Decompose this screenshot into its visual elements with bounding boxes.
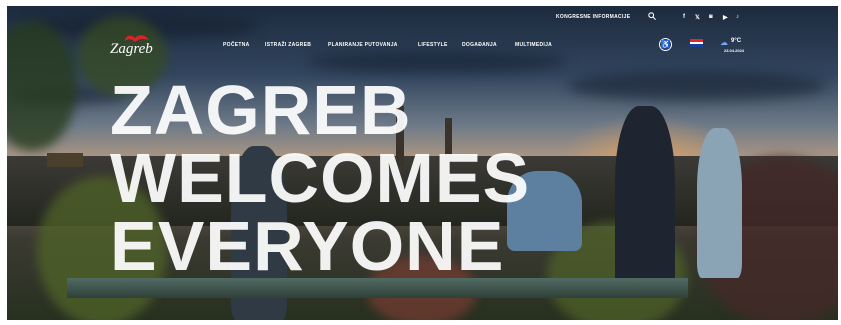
instagram-icon[interactable]: ◙ [709, 14, 713, 20]
hero-frame: KONGRESNE INFORMACIJE f 𝕏 ◙ ▶ ♪ Zagreb P… [7, 6, 838, 320]
nav-item-lifestyle[interactable]: LIFESTYLE [418, 42, 448, 48]
nav-item-dogadanja[interactable]: DOGAĐANJA [462, 42, 497, 48]
sky-cloud [567, 71, 827, 101]
hero-headline: ZAGREB WELCOMES EVERYONE [110, 71, 531, 285]
x-twitter-icon[interactable]: 𝕏 [695, 14, 700, 21]
nav-item-istrazi-zagreb[interactable]: ISTRAŽI ZAGREB [265, 42, 311, 48]
weather-icon: ☁ [720, 38, 728, 47]
nav-item-multimedija[interactable]: MULTIMEDIJA [515, 42, 552, 48]
person [615, 106, 675, 296]
zagreb-logo[interactable]: Zagreb [110, 41, 153, 58]
accessibility-icon[interactable]: ♿ [659, 38, 672, 51]
youtube-icon[interactable]: ▶ [723, 14, 728, 21]
building [47, 153, 83, 167]
search-icon[interactable] [648, 12, 656, 20]
headline-line: ZAGREB [110, 71, 412, 149]
headline-line: WELCOMES [110, 139, 531, 217]
facebook-icon[interactable]: f [683, 14, 685, 20]
nav-item-planiranje-putovanja[interactable]: PLANIRANJE PUTOVANJA [328, 42, 398, 48]
person [697, 128, 742, 278]
top-bar: KONGRESNE INFORMACIJE f 𝕏 ◙ ▶ ♪ [7, 6, 838, 30]
croatia-flag-icon[interactable] [690, 39, 703, 47]
tiktok-icon[interactable]: ♪ [736, 14, 739, 20]
sky-cloud [307, 51, 567, 73]
congress-info-link[interactable]: KONGRESNE INFORMACIJE [556, 14, 630, 20]
foliage [7, 21, 77, 151]
weather-date: 23.04.2024 [724, 48, 745, 53]
weather-temperature: 9°C [731, 38, 742, 44]
nav-item-pocetna[interactable]: POČETNA [223, 42, 250, 48]
headline-line: EVERYONE [110, 207, 505, 285]
